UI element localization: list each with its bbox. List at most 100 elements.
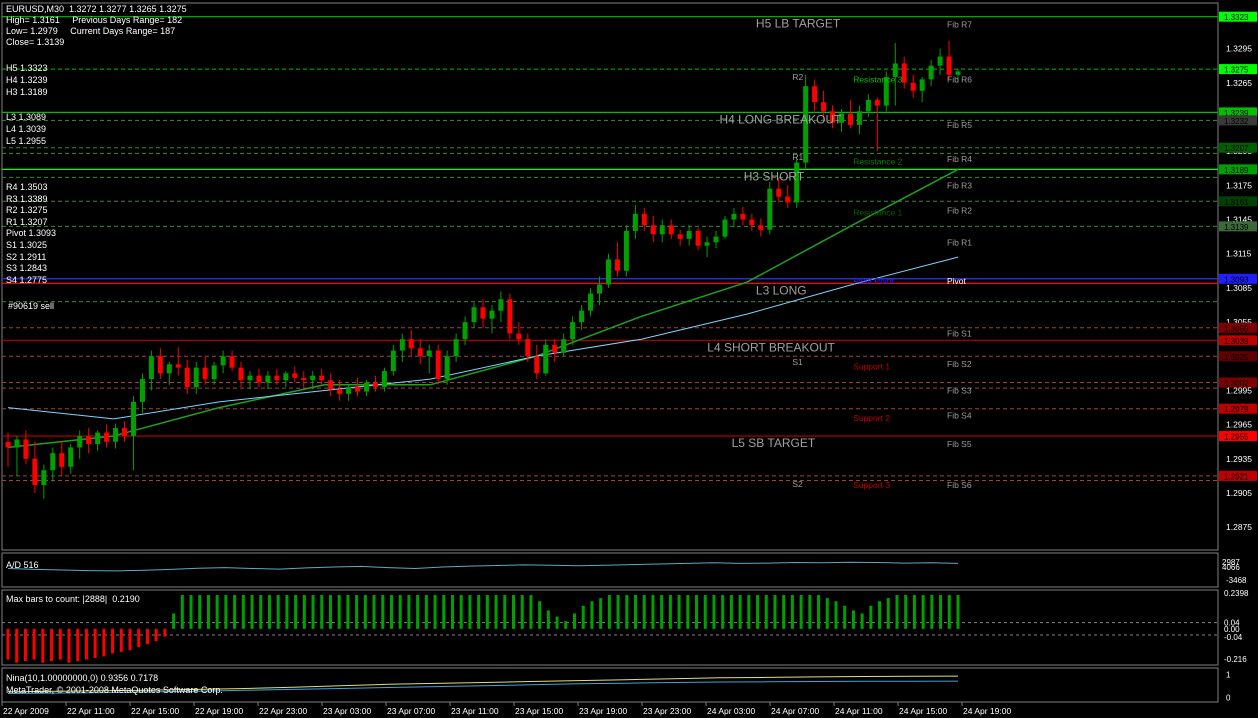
x-tick-label: 23 Apr 11:00: [451, 706, 499, 716]
sub2-tick: -0.04: [1224, 633, 1243, 642]
x-tick-label: 24 Apr 07:00: [771, 706, 819, 716]
histogram-bar: [381, 595, 385, 629]
histogram-bar: [764, 595, 768, 629]
pivot-s3: S3 1.2843: [6, 263, 48, 274]
candle-body: [623, 230, 629, 271]
price-tag-label: 1.3275: [1224, 66, 1249, 75]
candle-body: [238, 367, 244, 381]
histogram-bar: [372, 595, 376, 629]
candle-body: [157, 356, 163, 374]
histogram-bar: [904, 595, 908, 629]
candle-body: [471, 307, 477, 323]
x-tick-label: 22 Apr 15:00: [131, 706, 179, 716]
candle-body: [247, 375, 253, 381]
candle-body: [874, 99, 880, 106]
histogram-bar: [677, 595, 681, 629]
l4-value: L4 1.3039: [6, 124, 47, 134]
histogram-bar: [939, 595, 943, 629]
histogram-bar: [294, 595, 298, 629]
order-label[interactable]: #90619 sell: [8, 301, 54, 311]
candle-body: [139, 379, 145, 402]
fib-label: Fib R6: [947, 74, 972, 84]
sub1-frame: [1, 552, 1219, 588]
histogram-bar: [529, 595, 533, 629]
histogram-bar: [503, 595, 507, 629]
y-tick-label: 1.3085: [1226, 283, 1252, 293]
camarilla-low-list: L3 1.3089 L4 1.3039 L5 1.2955: [6, 111, 46, 147]
histogram-bar: [721, 595, 725, 629]
histogram-bar: [912, 595, 916, 629]
fib-label: Fib S1: [947, 328, 972, 338]
candle-body: [758, 225, 764, 230]
candle-body: [193, 367, 199, 388]
histogram-bar: [154, 628, 158, 642]
candle-body: [462, 322, 468, 340]
candle-body: [381, 371, 387, 388]
histogram-bar: [180, 595, 184, 629]
histogram-bar: [102, 628, 106, 657]
candle-body: [543, 344, 549, 374]
x-tick-label: 23 Apr 03:00: [323, 706, 371, 716]
pivot-list: R4 1.3503 R3 1.3389 R2 1.3275 R1 1.3207 …: [6, 182, 56, 286]
candle-body: [812, 86, 818, 103]
candle-body: [50, 453, 56, 471]
histogram-bar: [424, 595, 428, 629]
histogram-bar: [790, 595, 794, 629]
histogram-bar: [41, 628, 45, 663]
fib-label: Fib R3: [947, 180, 972, 190]
histogram-bar: [224, 595, 228, 629]
histogram-bar: [599, 598, 603, 629]
candle-body: [68, 447, 74, 467]
info-line-3: Close= 1.3139: [6, 37, 65, 47]
pivot-s1: S1 1.3025: [6, 239, 48, 250]
histogram-bar: [267, 595, 271, 629]
histogram-bar: [695, 595, 699, 629]
candle-body: [301, 377, 307, 381]
fib-label: Fib S4: [947, 411, 972, 421]
histogram-bar: [163, 628, 167, 637]
x-tick-label: 24 Apr 15:00: [899, 706, 947, 716]
candle-body: [86, 436, 92, 445]
candle-body: [776, 188, 782, 197]
histogram-bar: [355, 595, 359, 629]
candle-body: [695, 230, 701, 246]
histogram-bar: [285, 595, 289, 629]
candle-body: [256, 375, 262, 383]
histogram-bar: [712, 595, 716, 629]
y-tick-label: 1.2905: [1226, 488, 1252, 498]
candle-body: [507, 299, 513, 334]
histogram-bar: [320, 595, 324, 629]
y-tick-label: 1.2935: [1226, 454, 1252, 464]
candle-body: [722, 219, 728, 237]
histogram-bar: [450, 595, 454, 629]
fib-label: Fib S6: [947, 480, 972, 490]
histogram-bar: [416, 595, 420, 629]
x-tick-label: 23 Apr 23:00: [643, 706, 691, 716]
candle-body: [337, 389, 343, 394]
histogram-bar: [817, 595, 821, 629]
candle-body: [650, 225, 656, 235]
candle-body: [641, 213, 647, 226]
candle-body: [614, 259, 620, 271]
level-label: H4 LONG BREAKOUT: [719, 112, 842, 126]
histogram-bar: [111, 628, 115, 654]
histogram-bar: [668, 595, 672, 629]
candle-body: [605, 259, 611, 285]
candle-body: [749, 219, 755, 226]
price-tag-label: 1.3002: [1224, 379, 1249, 388]
histogram-bar: [6, 628, 10, 660]
histogram-bar: [651, 595, 655, 629]
histogram-bar: [433, 595, 437, 629]
pivot-zone-label: Resistance 3: [853, 74, 902, 84]
info-line-2: Low= 1.2979 Current Days Range= 187: [6, 26, 176, 36]
candle-body: [570, 322, 576, 340]
price-chart[interactable]: H5 LB TARGET H4 LONG BREAKOUT H3 SHORT L3 L…: [0, 0, 1258, 718]
histogram-bar: [756, 595, 760, 629]
candle-body: [184, 367, 190, 388]
info-line-1: High= 1.3161 Previous Days Range= 182: [6, 15, 183, 25]
histogram-bar: [189, 595, 193, 629]
y-tick-label: 1.3175: [1226, 180, 1252, 190]
histogram-bar: [302, 595, 306, 629]
nina-indicator-label: Nina(10,1.00000000,0) 0.9356 0.7178: [6, 673, 159, 683]
candle-body: [166, 364, 172, 374]
